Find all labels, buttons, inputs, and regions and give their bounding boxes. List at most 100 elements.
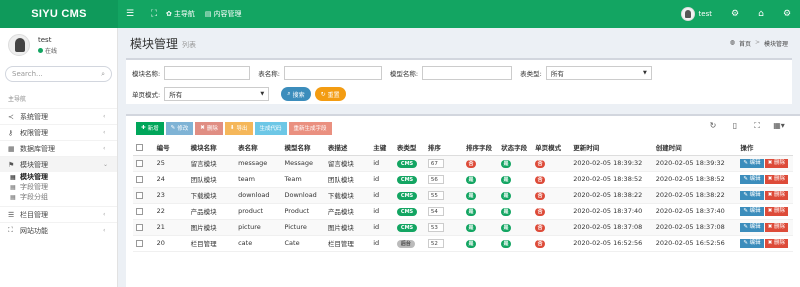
cell-table-type: CMS bbox=[393, 219, 425, 236]
sidebar-toggle-icon[interactable]: ⚙ bbox=[774, 9, 800, 19]
columns-icon[interactable]: ▦▾ bbox=[768, 121, 790, 135]
row-edit-button[interactable]: ✎ 编辑 bbox=[740, 207, 764, 216]
sort-input[interactable]: 52 bbox=[427, 238, 444, 248]
delete-button[interactable]: ✖ 删除 bbox=[195, 121, 223, 135]
row-checkbox-cell[interactable] bbox=[133, 171, 154, 188]
single-page-toggle[interactable]: 否 bbox=[535, 223, 546, 232]
sort-input[interactable]: 55 bbox=[427, 190, 444, 200]
row-checkbox-cell[interactable] bbox=[133, 187, 154, 204]
fullscreen-icon[interactable]: ⛶ bbox=[746, 121, 768, 135]
row-checkbox-cell[interactable] bbox=[133, 235, 154, 252]
row-edit-button[interactable]: ✎ 编辑 bbox=[740, 159, 764, 168]
sort-input[interactable]: 67 bbox=[427, 158, 444, 168]
row-delete-button[interactable]: ✖ 删除 bbox=[764, 175, 789, 184]
home-icon[interactable]: ⌂ bbox=[748, 9, 774, 19]
sort-field-toggle[interactable]: 是 bbox=[466, 239, 476, 248]
sort-field-toggle[interactable]: 是 bbox=[466, 207, 476, 216]
user-menu[interactable]: test bbox=[671, 7, 722, 21]
top-menu-content[interactable]: ▤ 内容管理 bbox=[205, 9, 242, 19]
single-page-toggle[interactable]: 否 bbox=[535, 191, 546, 200]
sort-field-toggle[interactable]: 是 bbox=[466, 191, 476, 200]
sidebar-subitem-module[interactable]: ▦ 模块管理 bbox=[0, 172, 117, 182]
app-logo[interactable]: SIYU CMS bbox=[0, 0, 118, 28]
module-name-input[interactable] bbox=[164, 66, 251, 80]
row-checkbox-cell[interactable] bbox=[133, 203, 154, 220]
checkbox[interactable] bbox=[136, 239, 143, 247]
cell-module-name: 产品模块 bbox=[187, 203, 236, 220]
sidebar-item-database[interactable]: ▦ 数据库管理 ‹ bbox=[0, 140, 117, 156]
sort-input[interactable]: 53 bbox=[427, 222, 444, 232]
refresh-icon[interactable]: ↻ bbox=[702, 121, 724, 135]
export-button[interactable]: ⬇ 导出 bbox=[224, 121, 253, 135]
sidebar-item-permission[interactable]: ⚷ 权限管理 ‹ bbox=[0, 124, 117, 140]
fullscreen-icon[interactable]: ⛶ bbox=[142, 9, 166, 19]
toggle-view-icon[interactable]: ▯ bbox=[724, 121, 746, 135]
row-delete-button[interactable]: ✖ 删除 bbox=[764, 239, 789, 248]
status-field-toggle[interactable]: 是 bbox=[501, 239, 512, 248]
sidebar-item-system[interactable]: ≺ 系统管理 ‹ bbox=[0, 108, 117, 124]
status-field-toggle[interactable]: 是 bbox=[501, 191, 512, 200]
single-page-toggle[interactable]: 否 bbox=[535, 239, 546, 248]
search-button[interactable]: ⌕ 搜索 bbox=[281, 87, 311, 101]
reset-button[interactable]: ↻ 重置 bbox=[314, 87, 346, 101]
table-row[interactable]: 22 产品模块 product Product 产品模块 id CMS 54 是是否 2020-0… bbox=[133, 203, 793, 220]
row-edit-button[interactable]: ✎ 编辑 bbox=[740, 191, 764, 200]
sidebar-subitem-field[interactable]: ▦ 字段管理 bbox=[0, 182, 117, 192]
checkbox[interactable] bbox=[136, 175, 143, 183]
sort-field-toggle[interactable]: 否 bbox=[466, 159, 476, 168]
row-edit-button[interactable]: ✎ 编辑 bbox=[740, 223, 764, 232]
sort-input[interactable]: 54 bbox=[427, 206, 444, 216]
sidebar-search-input[interactable]: Search... ⌕ bbox=[5, 66, 112, 82]
checkbox[interactable] bbox=[136, 191, 143, 199]
table-row[interactable]: 25 留言模块 message Message 留言模块 id CMS 67 否是否 2020-0… bbox=[133, 155, 793, 172]
sidebar-item-category[interactable]: ☰ 栏目管理 ‹ bbox=[0, 206, 117, 222]
status-field-toggle[interactable]: 是 bbox=[501, 223, 512, 232]
status-field-toggle[interactable]: 是 bbox=[501, 175, 512, 184]
edit-button[interactable]: ✎ 修改 bbox=[165, 121, 194, 135]
column-header[interactable]: 编号 bbox=[153, 140, 188, 156]
checkbox[interactable] bbox=[136, 143, 143, 151]
sidebar-item-site-functions[interactable]: ⛶ 网站功能 ‹ bbox=[0, 222, 117, 238]
select-all-checkbox[interactable] bbox=[133, 140, 154, 156]
hamburger-menu-icon[interactable]: ☰ bbox=[118, 9, 142, 19]
row-edit-button[interactable]: ✎ 编辑 bbox=[740, 175, 764, 184]
breadcrumb-home[interactable]: 首页 bbox=[739, 39, 751, 48]
search-icon[interactable]: ⌕ bbox=[101, 70, 105, 79]
column-header: 创建时间 bbox=[652, 140, 738, 156]
row-checkbox-cell[interactable] bbox=[133, 219, 154, 236]
table-row[interactable]: 23 下载模块 download Download 下载模块 id CMS 55 是是否 2020… bbox=[133, 187, 793, 204]
single-page-toggle[interactable]: 否 bbox=[535, 159, 546, 168]
sidebar-item-module[interactable]: ⚑ 模块管理 ⌄ bbox=[0, 156, 117, 172]
generate-code-button[interactable]: 生成代码 bbox=[254, 121, 287, 135]
table-row[interactable]: 21 图片模块 picture Picture 图片模块 id CMS 53 是是否 2020-0… bbox=[133, 219, 793, 236]
settings-gear-icon[interactable]: ⚙ bbox=[722, 9, 748, 19]
sort-field-toggle[interactable]: 是 bbox=[466, 175, 476, 184]
row-delete-button[interactable]: ✖ 删除 bbox=[764, 159, 789, 168]
checkbox[interactable] bbox=[136, 223, 143, 231]
row-delete-button[interactable]: ✖ 删除 bbox=[764, 191, 789, 200]
row-edit-button[interactable]: ✎ 编辑 bbox=[740, 239, 764, 248]
sort-input[interactable]: 56 bbox=[427, 174, 444, 184]
table-row[interactable]: 20 栏目管理 cate Cate 栏目管理 id 后台 52 是是否 2020-02-05 16… bbox=[133, 235, 793, 252]
top-menu-home[interactable]: ✿ 主导航 bbox=[166, 9, 195, 19]
row-delete-button[interactable]: ✖ 删除 bbox=[764, 223, 789, 232]
table-type-select[interactable]: 所有 ▼ bbox=[545, 66, 652, 80]
single-page-toggle[interactable]: 否 bbox=[535, 207, 546, 216]
row-checkbox-cell[interactable] bbox=[133, 155, 154, 172]
status-field-toggle[interactable]: 是 bbox=[501, 207, 512, 216]
table-name-input[interactable] bbox=[283, 66, 382, 80]
regenerate-fields-button[interactable]: 重新生成字段 bbox=[288, 121, 332, 135]
table-row[interactable]: 24 团队模块 team Team 团队模块 id CMS 56 是是否 2020-02-05 1… bbox=[133, 171, 793, 188]
online-status: 在线 bbox=[38, 46, 57, 55]
add-button[interactable]: ✚ 新增 bbox=[136, 121, 164, 135]
status-field-toggle[interactable]: 是 bbox=[501, 159, 512, 168]
checkbox[interactable] bbox=[136, 159, 143, 167]
row-delete-button[interactable]: ✖ 删除 bbox=[764, 207, 789, 216]
checkbox[interactable] bbox=[136, 207, 143, 215]
sort-field-toggle[interactable]: 是 bbox=[466, 223, 476, 232]
model-name-input[interactable] bbox=[422, 66, 513, 80]
single-page-toggle[interactable]: 否 bbox=[535, 175, 546, 184]
single-page-select[interactable]: 所有 ▼ bbox=[164, 87, 270, 101]
column-header[interactable]: 排序 bbox=[424, 140, 463, 156]
sidebar-subitem-field-group[interactable]: ▦ 字段分组 bbox=[0, 192, 117, 202]
